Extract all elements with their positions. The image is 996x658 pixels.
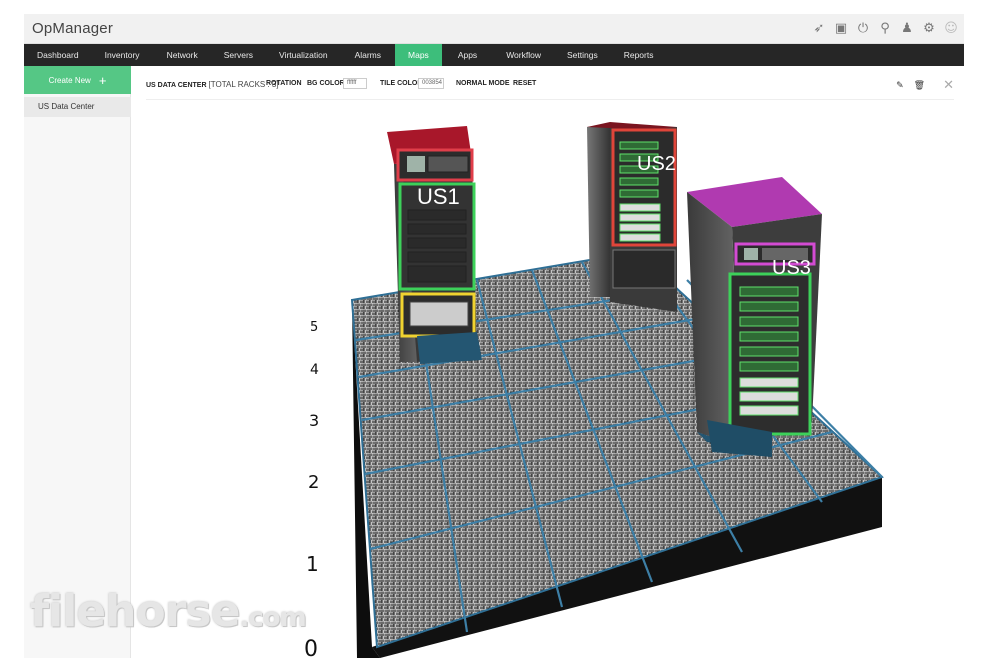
- rotation-button[interactable]: ROTATION: [266, 80, 302, 87]
- rack-us1[interactable]: US1: [387, 126, 482, 364]
- search-icon[interactable]: ⚲: [878, 20, 892, 36]
- create-new-button[interactable]: Create New +: [24, 66, 131, 94]
- top-icons: ➶ ▣ ⏻ ⚲ ♟ ⚙ ☺: [812, 20, 958, 36]
- nav-alarms[interactable]: Alarms: [341, 44, 395, 66]
- normal-mode-button[interactable]: NORMAL MODE: [456, 80, 510, 87]
- plus-icon: +: [98, 72, 107, 88]
- bell-icon[interactable]: ♟: [900, 20, 914, 36]
- bg-color-label: BG COLOR: [307, 80, 345, 87]
- toolbar-actions: ✎ 🗑 ✕: [896, 78, 954, 93]
- nav-maps[interactable]: Maps: [395, 44, 442, 66]
- opmanager-window: OpManager ➶ ▣ ⏻ ⚲ ♟ ⚙ ☺ Dashboard Invent…: [24, 14, 964, 658]
- rocket-icon[interactable]: ➶: [812, 20, 826, 36]
- rack-us2-label: US2: [637, 153, 676, 175]
- row-label-1: 1: [306, 552, 319, 576]
- map-title: US DATA CENTER [TOTAL RACKS : 3]: [146, 80, 279, 89]
- user-icon[interactable]: ☺: [944, 20, 958, 36]
- sidebar: Create New + US Data Center: [24, 66, 131, 658]
- nav-inventory[interactable]: Inventory: [92, 44, 153, 66]
- nav-apps[interactable]: Apps: [442, 44, 493, 66]
- plug-icon[interactable]: ⏻: [856, 20, 870, 36]
- watermark-suffix: .com: [239, 603, 306, 633]
- rack-us3-label: US3: [772, 257, 811, 279]
- tile-color-label: TILE COLOR: [380, 80, 423, 87]
- watermark-brand: filehorse: [30, 586, 240, 637]
- nav-virtualization[interactable]: Virtualization: [266, 44, 341, 66]
- row-label-4: 4: [310, 362, 319, 378]
- tile-color-input[interactable]: 003854: [418, 78, 444, 89]
- monitor-icon[interactable]: ▣: [834, 20, 848, 36]
- trash-icon[interactable]: 🗑: [914, 81, 925, 91]
- nav-servers[interactable]: Servers: [211, 44, 266, 66]
- row-label-5: 5: [310, 320, 319, 335]
- main-nav: Dashboard Inventory Network Servers Virt…: [24, 44, 964, 66]
- nav-network[interactable]: Network: [153, 44, 211, 66]
- row-label-3: 3: [309, 411, 320, 430]
- floor-map-canvas[interactable]: US2 US1 US3 5 4 3 2 1 0: [132, 102, 964, 658]
- rack-us3[interactable]: US3: [687, 177, 822, 457]
- filehorse-watermark: filehorse.com: [30, 586, 307, 637]
- create-new-label: Create New: [48, 75, 91, 85]
- nav-dashboard[interactable]: Dashboard: [24, 44, 92, 66]
- reset-button[interactable]: RESET: [513, 80, 536, 87]
- rack-us1-label: US1: [417, 184, 460, 209]
- nav-reports[interactable]: Reports: [611, 44, 667, 66]
- title-bar: OpManager ➶ ▣ ⏻ ⚲ ♟ ⚙ ☺: [24, 14, 964, 44]
- app-title: OpManager: [32, 20, 114, 37]
- bg-color-input[interactable]: ffffff: [343, 78, 367, 89]
- rack-us2[interactable]: US2: [587, 122, 677, 312]
- map-title-name: US DATA CENTER: [146, 82, 207, 89]
- edit-icon[interactable]: ✎: [896, 81, 904, 91]
- sidebar-item-us-data-center[interactable]: US Data Center: [24, 97, 131, 117]
- row-label-2: 2: [308, 472, 320, 493]
- gear-icon[interactable]: ⚙: [922, 20, 936, 36]
- close-icon[interactable]: ✕: [943, 78, 954, 93]
- nav-settings[interactable]: Settings: [554, 44, 611, 66]
- floor-3d-view[interactable]: US2 US1 US3: [132, 102, 964, 658]
- map-toolbar: US DATA CENTER [TOTAL RACKS : 3] ROTATIO…: [146, 76, 954, 100]
- row-label-0: 0: [304, 637, 318, 658]
- nav-workflow[interactable]: Workflow: [493, 44, 554, 66]
